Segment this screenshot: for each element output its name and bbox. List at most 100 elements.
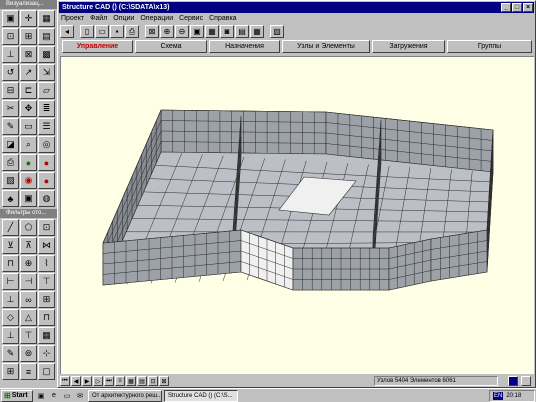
hinge-icon[interactable]: ⋈ (38, 237, 55, 254)
list-icon[interactable]: ≡ (20, 363, 37, 380)
last-icon[interactable]: ⏭ (104, 376, 114, 386)
bomb-icon[interactable]: ● (38, 172, 55, 189)
shift-icon[interactable]: ⇲ (38, 64, 55, 81)
red-ball-icon[interactable]: ● (38, 154, 55, 171)
table-icon[interactable]: ▦ (38, 327, 55, 344)
node-icon[interactable]: ⊡ (2, 28, 19, 45)
zoom-in-icon[interactable]: ⊕ (160, 25, 174, 38)
spring-icon[interactable]: ⌇ (38, 255, 55, 272)
menu-item[interactable]: Файл (90, 13, 107, 24)
support-icon[interactable]: ⊓ (2, 255, 19, 272)
zoom-icon[interactable]: ◎ (38, 136, 55, 153)
fragment-icon[interactable]: ⊟ (2, 82, 19, 99)
type-c-icon[interactable]: ⊤ (38, 273, 55, 290)
taskbar-task[interactable]: Structure CAD () (C:\S... (164, 389, 238, 402)
print-icon[interactable]: ⎙ (125, 25, 139, 38)
camera-icon[interactable]: ◙ (220, 25, 234, 38)
scissors-icon[interactable]: ✂ (2, 100, 19, 117)
tri-icon[interactable]: △ (20, 309, 37, 326)
desktop-icon[interactable]: ▣ (35, 390, 47, 402)
play-icon[interactable]: ▶ (82, 376, 92, 386)
tree-icon[interactable]: ♣ (2, 190, 19, 207)
element-icon[interactable]: ⊠ (159, 376, 169, 386)
joint-icon[interactable]: ⊕ (20, 255, 37, 272)
clipboard-icon[interactable]: ▨ (270, 25, 284, 38)
fix-icon[interactable]: ⊤ (20, 327, 37, 344)
language-indicator[interactable]: EN (493, 392, 504, 400)
stamp-icon[interactable]: ⊚ (20, 345, 37, 362)
grid-icon[interactable]: ▦ (250, 25, 264, 38)
node-filter-icon[interactable]: ⊡ (38, 219, 55, 236)
tab[interactable]: Группы (447, 40, 532, 53)
rigid-icon[interactable]: ⊥ (2, 291, 19, 308)
section-icon[interactable]: ▤ (235, 25, 249, 38)
menu-item[interactable]: Опции (113, 13, 134, 24)
stop-icon[interactable] (521, 376, 531, 386)
close-button[interactable]: × (523, 3, 533, 12)
new-file-icon[interactable]: ▯ (80, 25, 94, 38)
bar-filter-icon[interactable]: ⊻ (2, 237, 19, 254)
tab[interactable]: Узлы и Элементы (282, 40, 370, 53)
title-bar[interactable]: Structure CAD () (C:\SDATA\x13) _ □ × (59, 2, 534, 13)
browser-icon[interactable]: e (48, 390, 60, 402)
solid-icon[interactable]: ▩ (38, 46, 55, 63)
grid-icon[interactable]: ▦ (38, 10, 55, 27)
menu-item[interactable]: Сервис (179, 13, 203, 24)
menu-item[interactable]: Справка (209, 13, 236, 24)
bound-icon[interactable]: ⊓ (38, 309, 55, 326)
next-icon[interactable]: ▷ (93, 376, 103, 386)
tab[interactable]: Управление (62, 40, 133, 53)
eraser-icon[interactable]: ▭ (20, 118, 37, 135)
green-ball-icon[interactable]: ● (20, 154, 37, 171)
grid-icon[interactable]: ▦ (126, 376, 136, 386)
arrow-back-icon[interactable]: ◂ (60, 25, 74, 38)
image-icon[interactable]: ▨ (2, 172, 19, 189)
open-folder-icon[interactable]: ▭ (95, 25, 109, 38)
type-a-icon[interactable]: ⊢ (2, 273, 19, 290)
zoom-out-icon[interactable]: ⊖ (175, 25, 189, 38)
node-icon[interactable]: ⊡ (148, 376, 158, 386)
render-icon[interactable]: ▣ (20, 190, 37, 207)
pen-icon[interactable]: ✎ (2, 345, 19, 362)
move-icon[interactable]: ✥ (20, 100, 37, 117)
tab[interactable]: Схема (135, 40, 207, 53)
link-icon[interactable]: ∞ (20, 291, 37, 308)
shell-filter-icon[interactable]: ⊼ (20, 237, 37, 254)
save-icon[interactable]: ▪ (110, 25, 124, 38)
stack-icon[interactable]: ☰ (38, 118, 55, 135)
prev-icon[interactable]: ◀ (71, 376, 81, 386)
rotate-icon[interactable]: ↺ (2, 64, 19, 81)
fragment-icon[interactable]: ▦ (205, 25, 219, 38)
screen-icon[interactable] (508, 376, 518, 386)
cross-icon[interactable]: ✛ (20, 10, 37, 27)
tab[interactable]: Назначения (209, 40, 280, 53)
print-icon[interactable]: ⎙ (2, 154, 19, 171)
taskbar-task[interactable]: От архитектурного реш... (88, 389, 162, 402)
magnify-icon[interactable]: ⌕ (20, 136, 37, 153)
section-icon[interactable]: ⊏ (20, 82, 37, 99)
fill-icon[interactable]: ◪ (2, 136, 19, 153)
minimize-button[interactable]: _ (501, 3, 511, 12)
quad-icon[interactable]: ◇ (2, 309, 19, 326)
plane-icon[interactable]: ▱ (38, 82, 55, 99)
start-button[interactable]: ⊞ Start (1, 389, 33, 402)
model-view-icon[interactable]: ⊠ (145, 25, 159, 38)
menu-item[interactable]: Операции (140, 13, 173, 24)
grid-filter-icon[interactable]: ⊞ (38, 291, 55, 308)
filters-palette-title[interactable]: Фильтры ото... (0, 209, 57, 218)
record-icon[interactable]: ◉ (20, 172, 37, 189)
list-icon[interactable]: ≡ (115, 376, 125, 386)
arrow-icon[interactable]: ↗ (20, 64, 37, 81)
pencil-icon[interactable]: ✎ (2, 118, 19, 135)
model-canvas[interactable] (60, 56, 534, 374)
pin-icon[interactable]: ⊥ (2, 327, 19, 344)
first-icon[interactable]: ⏮ (60, 376, 70, 386)
type-b-icon[interactable]: ⊣ (20, 273, 37, 290)
plate-icon[interactable]: ▤ (38, 28, 55, 45)
maximize-button[interactable]: □ (512, 3, 522, 12)
visualization-palette-title[interactable]: Визуализац... (0, 0, 57, 9)
sphere-icon[interactable]: ◍ (38, 190, 55, 207)
tab[interactable]: Загружения (372, 40, 445, 53)
line-icon[interactable]: ╱ (2, 219, 19, 236)
mail-icon[interactable]: ✉ (74, 390, 86, 402)
